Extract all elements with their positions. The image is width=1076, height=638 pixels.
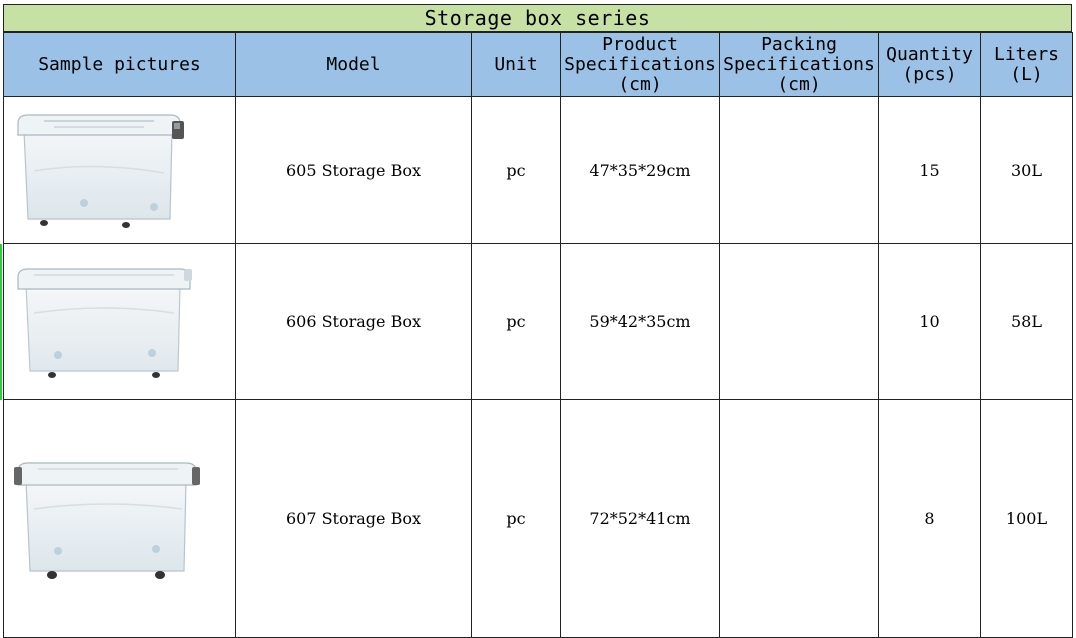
- header-quantity[interactable]: Quantity (pcs): [878, 32, 981, 97]
- header-product-spec-line3: (cm): [618, 73, 662, 95]
- unit-cell[interactable]: pc: [471, 243, 561, 400]
- table-row: 605 Storage Box pc 47*35*29cm 15 30L: [3, 96, 1073, 244]
- header-product-spec-line2: Specifications: [564, 53, 716, 75]
- header-sample-pictures[interactable]: Sample pictures: [3, 32, 236, 97]
- packing-spec-cell[interactable]: [719, 96, 879, 244]
- header-row: Sample pictures Model Unit Product Speci…: [3, 32, 1073, 97]
- product-spec-cell[interactable]: 59*42*35cm: [560, 243, 720, 400]
- header-unit[interactable]: Unit: [471, 32, 561, 97]
- unit-cell[interactable]: pc: [471, 96, 561, 244]
- header-liters-line1: Liters: [993, 43, 1060, 65]
- liters-cell[interactable]: 58L: [980, 243, 1073, 400]
- header-liters[interactable]: Liters (L): [980, 32, 1073, 97]
- product-table: Sample pictures Model Unit Product Speci…: [3, 32, 1073, 638]
- header-packing-spec-line1: Packing: [761, 33, 837, 55]
- quantity-cell[interactable]: 15: [878, 96, 981, 244]
- sample-picture-cell[interactable]: [3, 399, 236, 638]
- header-model[interactable]: Model: [235, 32, 472, 97]
- row-selection-marker: [0, 244, 2, 400]
- model-cell[interactable]: 605 Storage Box: [235, 96, 472, 244]
- sample-picture-cell[interactable]: [3, 96, 236, 244]
- sheet-title[interactable]: Storage box series: [3, 4, 1072, 32]
- header-packing-spec-line2: Specifications: [723, 53, 875, 75]
- product-spec-cell[interactable]: 72*52*41cm: [560, 399, 720, 638]
- packing-spec-cell[interactable]: [719, 243, 879, 400]
- table-row: 606 Storage Box pc 59*42*35cm 10 58L: [3, 243, 1073, 400]
- header-product-spec[interactable]: Product Specifications (cm): [560, 32, 720, 97]
- liters-cell[interactable]: 100L: [980, 399, 1073, 638]
- liters-cell[interactable]: 30L: [980, 96, 1073, 244]
- header-liters-line2: (L): [1010, 63, 1043, 85]
- header-quantity-line2: (pcs): [902, 63, 957, 85]
- header-packing-spec-line3: (cm): [777, 73, 821, 95]
- storage-box-606-image: [17, 267, 192, 378]
- model-cell[interactable]: 606 Storage Box: [235, 243, 472, 400]
- unit-cell[interactable]: pc: [471, 399, 561, 638]
- storage-box-607-image: [14, 461, 200, 579]
- quantity-cell[interactable]: 8: [878, 399, 981, 638]
- packing-spec-cell[interactable]: [719, 399, 879, 638]
- storage-box-sheet: Storage box series Sample pictures Model…: [3, 4, 1073, 638]
- header-product-spec-line1: Product: [602, 33, 678, 55]
- header-packing-spec[interactable]: Packing Specifications (cm): [719, 32, 879, 97]
- quantity-cell[interactable]: 10: [878, 243, 981, 400]
- storage-box-605-image: [17, 114, 184, 228]
- model-cell[interactable]: 607 Storage Box: [235, 399, 472, 638]
- product-spec-cell[interactable]: 47*35*29cm: [560, 96, 720, 244]
- sample-picture-cell[interactable]: [3, 243, 236, 400]
- table-row: 607 Storage Box pc 72*52*41cm 8 100L: [3, 399, 1073, 638]
- header-quantity-line1: Quantity: [886, 43, 973, 65]
